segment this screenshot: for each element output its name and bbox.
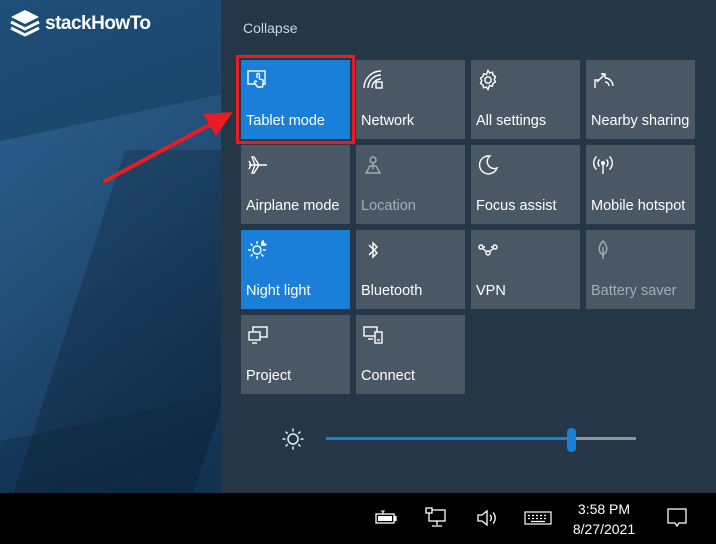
tile-project[interactable]: Project bbox=[241, 315, 350, 394]
tile-label: Nearby sharing bbox=[591, 113, 690, 129]
tile-bluetooth[interactable]: Bluetooth bbox=[356, 230, 465, 309]
tile-label: All settings bbox=[476, 113, 547, 129]
tile-battery-saver[interactable]: Battery saver bbox=[586, 230, 695, 309]
tile-airplane-mode[interactable]: Airplane mode bbox=[241, 145, 350, 224]
tile-label: Night light bbox=[246, 283, 311, 299]
volume-icon[interactable] bbox=[475, 507, 499, 529]
tile-label: Airplane mode bbox=[246, 198, 340, 214]
tile-focus-assist[interactable]: Focus assist bbox=[471, 145, 580, 224]
network-display-icon[interactable] bbox=[425, 507, 449, 529]
tile-label: VPN bbox=[476, 283, 506, 299]
night-light-icon bbox=[246, 238, 270, 262]
tablet-mode-icon bbox=[246, 68, 270, 92]
tile-label: Network bbox=[361, 113, 415, 129]
project-icon bbox=[246, 323, 270, 347]
tile-label: Project bbox=[246, 368, 292, 384]
connect-icon bbox=[361, 323, 385, 347]
slider-fill bbox=[326, 437, 571, 440]
tile-label: Connect bbox=[361, 368, 416, 384]
tile-connect[interactable]: Connect bbox=[356, 315, 465, 394]
tile-night-light[interactable]: Night light bbox=[241, 230, 350, 309]
nearby-sharing-icon bbox=[591, 68, 615, 92]
tile-label: Mobile hotspot bbox=[591, 198, 686, 214]
tile-all-settings[interactable]: All settings bbox=[471, 60, 580, 139]
tile-vpn[interactable]: VPN bbox=[471, 230, 580, 309]
notification-icon[interactable] bbox=[665, 506, 689, 530]
tile-nearby-sharing[interactable]: Nearby sharing bbox=[586, 60, 695, 139]
tile-label: Tablet mode bbox=[246, 113, 325, 129]
tile-label: Location bbox=[361, 198, 416, 214]
tile-network[interactable]: Network bbox=[356, 60, 465, 139]
battery-saver-icon bbox=[591, 238, 615, 262]
hotspot-icon bbox=[591, 153, 615, 177]
tile-label: Bluetooth bbox=[361, 283, 423, 299]
red-arrow-annotation bbox=[103, 112, 233, 183]
bluetooth-icon bbox=[361, 238, 385, 262]
tile-tablet-mode[interactable]: Tablet mode bbox=[241, 60, 350, 139]
keyboard-icon[interactable] bbox=[524, 507, 552, 529]
tile-label: Focus assist bbox=[476, 198, 557, 214]
watermark-text: stackHowTo bbox=[45, 13, 151, 34]
taskbar-clock[interactable]: 3:58 PM 8/27/2021 bbox=[566, 499, 642, 539]
battery-icon[interactable] bbox=[374, 507, 398, 529]
clock-time: 3:58 PM bbox=[577, 501, 631, 517]
layers-logo-icon bbox=[10, 10, 40, 37]
taskbar: 3:58 PM 8/27/2021 bbox=[0, 493, 716, 544]
brightness-icon bbox=[281, 427, 305, 451]
collapse-link[interactable]: Collapse bbox=[243, 20, 297, 36]
network-icon bbox=[361, 68, 385, 92]
brightness-slider[interactable] bbox=[326, 428, 636, 452]
vpn-icon bbox=[476, 238, 500, 262]
watermark-logo: stackHowTo bbox=[8, 8, 168, 40]
slider-thumb[interactable] bbox=[566, 428, 576, 452]
clock-date: 8/27/2021 bbox=[572, 521, 636, 537]
moon-icon bbox=[476, 153, 500, 177]
gear-icon bbox=[476, 68, 500, 92]
tile-label: Battery saver bbox=[591, 283, 677, 299]
tile-mobile-hotspot[interactable]: Mobile hotspot bbox=[586, 145, 695, 224]
tile-location[interactable]: Location bbox=[356, 145, 465, 224]
airplane-icon bbox=[246, 153, 270, 177]
location-icon bbox=[361, 153, 385, 177]
desktop-background bbox=[0, 0, 221, 493]
